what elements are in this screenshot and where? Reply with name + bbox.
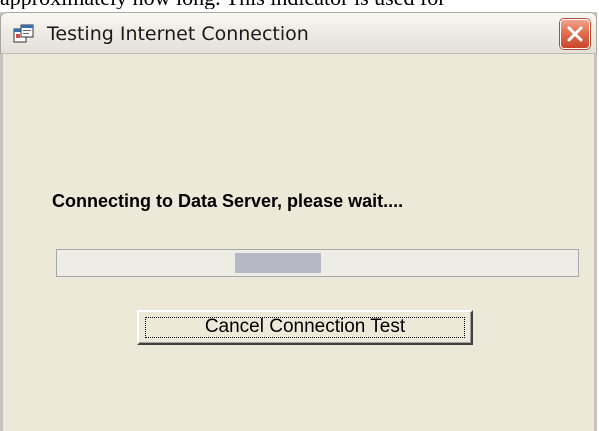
close-icon <box>567 26 583 42</box>
dialog-body: Connecting to Data Server, please wait..… <box>3 54 594 431</box>
progress-bar <box>56 249 579 277</box>
document-text-fragment: approximately how long. This indicator i… <box>0 0 599 9</box>
cancel-connection-test-button[interactable]: Cancel Connection Test <box>137 310 473 345</box>
app-window-icon <box>13 24 35 44</box>
title-bar[interactable]: Testing Internet Connection <box>0 12 597 54</box>
status-message: Connecting to Data Server, please wait..… <box>52 191 404 211</box>
close-button[interactable] <box>560 19 590 49</box>
progress-marquee-block <box>235 253 321 273</box>
cancel-button-label: Cancel Connection Test <box>204 316 406 337</box>
window-title: Testing Internet Connection <box>47 23 309 45</box>
connection-test-dialog: Testing Internet Connection Connecting t… <box>0 12 597 431</box>
